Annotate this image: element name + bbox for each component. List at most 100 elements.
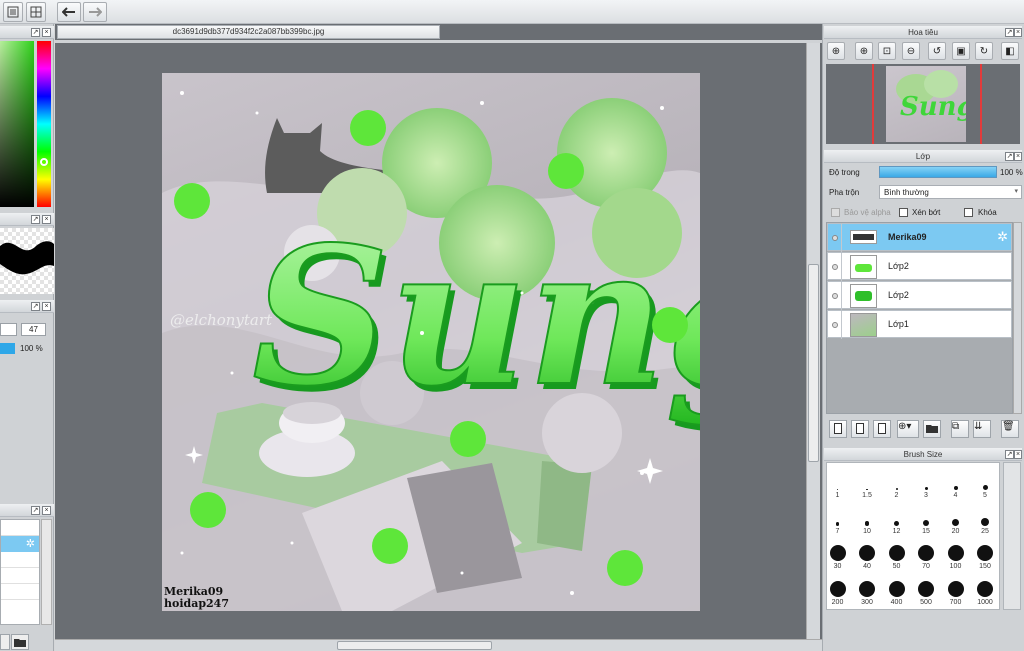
- list-item[interactable]: [1, 600, 39, 616]
- list-item[interactable]: [1, 568, 39, 584]
- close-icon[interactable]: ×: [42, 506, 51, 515]
- brush-size-option[interactable]: 1000: [971, 577, 1000, 606]
- delete-layer-button[interactable]: 🗑: [1001, 420, 1019, 438]
- vertical-scrollbar[interactable]: [806, 43, 820, 639]
- brush-size-option[interactable]: 5: [971, 470, 1000, 499]
- brush-size-option[interactable]: 50: [882, 541, 911, 570]
- brush-size-scrollbar[interactable]: [1003, 462, 1021, 610]
- file-tab[interactable]: dc3691d9db377d934f2c2a087bb399bc.jpg: [57, 25, 440, 39]
- duplicate-layer-button[interactable]: ⧉: [951, 420, 969, 438]
- brush-size-option[interactable]: 4: [941, 470, 970, 499]
- brush-size-option[interactable]: 40: [853, 541, 882, 570]
- brush-size-option[interactable]: 7: [823, 506, 852, 535]
- zoom-in-button[interactable]: ⊕: [827, 42, 845, 60]
- close-icon[interactable]: ×: [1014, 450, 1022, 459]
- close-icon[interactable]: ×: [42, 28, 51, 37]
- detach-icon[interactable]: ↗: [1005, 152, 1014, 161]
- brush-size-option[interactable]: 12: [882, 506, 911, 535]
- scroll-thumb[interactable]: [808, 264, 819, 462]
- brush-size-label: 50: [892, 563, 901, 570]
- brush-size-option[interactable]: 1: [823, 470, 852, 499]
- brush-size-option[interactable]: 10: [853, 506, 882, 535]
- navigator-preview[interactable]: Sung: [826, 64, 1020, 144]
- layer-row-lop2[interactable]: Lớp2: [827, 281, 1012, 310]
- merge-layer-button[interactable]: ⇊: [973, 420, 991, 438]
- layer-row-lop2[interactable]: Lớp2: [827, 252, 1012, 281]
- gear-icon[interactable]: ✲: [997, 229, 1008, 245]
- hue-slider-handle[interactable]: [40, 158, 48, 166]
- brush-size-option[interactable]: 15: [912, 506, 941, 535]
- detach-icon[interactable]: ↗: [31, 506, 40, 515]
- list-item[interactable]: [1, 520, 39, 536]
- close-icon[interactable]: ×: [42, 302, 51, 311]
- brush-size-option[interactable]: 500: [912, 577, 941, 606]
- close-icon[interactable]: ×: [1014, 152, 1022, 161]
- flip-button[interactable]: ◧: [1001, 42, 1019, 60]
- undo-button[interactable]: [57, 2, 81, 22]
- brush-size-option[interactable]: 150: [971, 541, 1000, 570]
- rotate-left-button[interactable]: ↺: [928, 42, 946, 60]
- list-item[interactable]: [1, 584, 39, 600]
- brush-size-option[interactable]: 3: [912, 470, 941, 499]
- zoom-fit-button[interactable]: ⊡: [878, 42, 896, 60]
- brush-opacity-bar[interactable]: [0, 343, 15, 354]
- panel-layout-button[interactable]: [26, 2, 46, 22]
- brush-size-option[interactable]: 300: [853, 577, 882, 606]
- detach-icon[interactable]: ↗: [1005, 28, 1014, 37]
- tool-list-scrollbar[interactable]: [41, 519, 52, 625]
- brush-size-option[interactable]: 2: [882, 470, 911, 499]
- zoom-plus-button[interactable]: ⊕: [855, 42, 873, 60]
- layer-list-scrollbar[interactable]: [1013, 222, 1022, 414]
- visibility-toggle[interactable]: [828, 311, 842, 339]
- zoom-out-button[interactable]: ⊖: [902, 42, 920, 60]
- new-layer-button[interactable]: [829, 420, 847, 438]
- brush-size-input[interactable]: 47: [21, 323, 46, 336]
- lock-checkbox[interactable]: [964, 208, 973, 217]
- clipping-checkbox[interactable]: [899, 208, 908, 217]
- layer-row-lop1[interactable]: Lớp1: [827, 310, 1012, 339]
- redo-button[interactable]: [83, 2, 107, 22]
- brush-size-option[interactable]: 25: [971, 506, 1000, 535]
- scroll-thumb[interactable]: [337, 641, 492, 650]
- detach-icon[interactable]: ↗: [31, 28, 40, 37]
- brush-size-option[interactable]: 700: [941, 577, 970, 606]
- detach-icon[interactable]: ↗: [1005, 450, 1014, 459]
- visibility-toggle[interactable]: [828, 224, 842, 252]
- brush-size-option[interactable]: 30: [823, 541, 852, 570]
- list-item[interactable]: [1, 552, 39, 568]
- close-icon[interactable]: ×: [1014, 28, 1022, 37]
- opacity-value: 100 %: [1000, 168, 1023, 177]
- brush-size-option[interactable]: 100: [941, 541, 970, 570]
- artwork-image[interactable]: Sung Sung @elchonytart Merika09 hoidap24…: [162, 73, 700, 611]
- new-1bit-layer-button[interactable]: [873, 420, 891, 438]
- detach-icon[interactable]: ↗: [31, 215, 40, 224]
- brush-size-option[interactable]: 20: [941, 506, 970, 535]
- protect-alpha-checkbox[interactable]: [831, 208, 840, 217]
- flip-icon: ◧: [1005, 45, 1015, 57]
- opacity-slider[interactable]: [879, 166, 997, 178]
- brush-size-option[interactable]: 400: [882, 577, 911, 606]
- detach-icon[interactable]: ↗: [31, 302, 40, 311]
- brush-size-option[interactable]: 1.5: [853, 470, 882, 499]
- hue-slider[interactable]: [37, 41, 51, 207]
- brush-size-option[interactable]: 200: [823, 577, 852, 606]
- layer-row-merika09[interactable]: Merika09 ✲: [827, 223, 1012, 252]
- layer-list-toggle-button[interactable]: [3, 2, 23, 22]
- brush-size-bar[interactable]: [0, 323, 17, 336]
- gear-icon[interactable]: ✲: [26, 537, 35, 550]
- list-item[interactable]: ✲: [1, 536, 39, 552]
- blend-mode-select[interactable]: Bình thường ▾: [879, 185, 1022, 199]
- new-folder-button[interactable]: [923, 420, 941, 438]
- rotate-right-button[interactable]: ↻: [975, 42, 993, 60]
- color-saturation-field[interactable]: [0, 41, 34, 207]
- visibility-toggle[interactable]: [828, 282, 842, 310]
- reset-view-button[interactable]: ▣: [952, 42, 970, 60]
- horizontal-scrollbar[interactable]: [55, 639, 822, 651]
- new-halftone-layer-button[interactable]: [851, 420, 869, 438]
- new-item-button[interactable]: [0, 634, 10, 650]
- close-icon[interactable]: ×: [42, 215, 51, 224]
- add-layer-menu-button[interactable]: ⊕▾: [897, 420, 919, 438]
- folder-button[interactable]: [11, 634, 29, 650]
- brush-size-option[interactable]: 70: [912, 541, 941, 570]
- visibility-toggle[interactable]: [828, 253, 842, 281]
